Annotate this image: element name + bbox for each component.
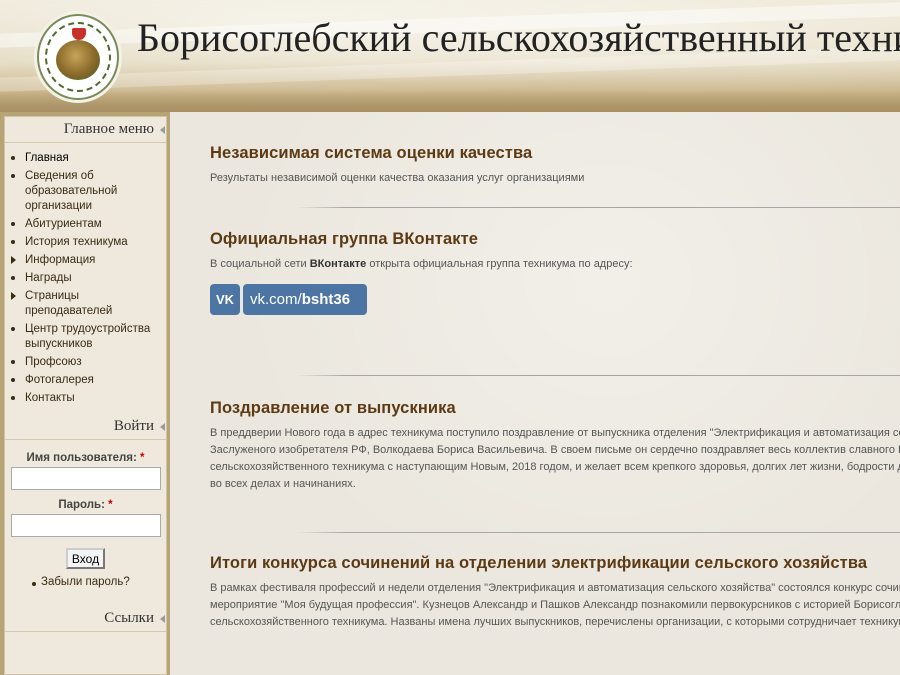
menu-item-history[interactable]: История техникума <box>11 234 166 252</box>
article-title[interactable]: Итоги конкурса сочинений на отделении эл… <box>210 554 900 573</box>
main-menu-title-label: Главное меню <box>63 121 154 137</box>
article-text-part: В социальной сети <box>210 258 310 270</box>
site-title: Борисоглебский сельскохозяйственный техн… <box>137 15 900 60</box>
header-texture <box>0 90 900 112</box>
article-separator <box>296 532 900 533</box>
article-text-line: Заслуженого изобретателя РФ, Волкодаева … <box>210 444 900 456</box>
article-text-line: сельскохозяйственного техникума. Названы… <box>210 616 900 628</box>
required-mark: * <box>140 452 145 464</box>
article-title[interactable]: Официальная группа ВКонтакте <box>210 230 900 249</box>
article-vk-group: Официальная группа ВКонтакте В социально… <box>210 230 900 273</box>
required-mark: * <box>108 499 113 511</box>
article-graduate-greeting: Поздравление от выпускника В преддверии … <box>210 399 900 493</box>
article-essay-contest: Итоги конкурса сочинений на отделении эл… <box>210 554 900 631</box>
username-label: Имя пользователя: * <box>11 452 160 464</box>
menu-item-information[interactable]: Информация <box>11 252 166 270</box>
article-text-line: В преддверии Нового года в адрес технику… <box>210 427 900 439</box>
college-logo[interactable] <box>37 14 119 100</box>
article-quality-assessment: Независимая система оценки качества Резу… <box>210 144 900 187</box>
menu-item-photo-gallery[interactable]: Фотогалерея <box>11 372 166 390</box>
password-label: Пароль: * <box>11 499 160 511</box>
site-header: Борисоглебский сельскохозяйственный техн… <box>0 0 900 112</box>
menu-item-contacts[interactable]: Контакты <box>11 390 166 408</box>
article-text-bold: ВКонтакте <box>309 258 367 270</box>
article-text: В рамках фестиваля профессий и недели от… <box>210 580 900 631</box>
links-title-label: Ссылки <box>104 610 154 626</box>
login-title[interactable]: Войти <box>5 414 166 440</box>
vk-logo-icon[interactable]: VK <box>210 284 240 315</box>
login-button[interactable]: Вход <box>65 548 106 569</box>
vk-banner[interactable]: VK vk.com/bsht36 <box>210 284 370 315</box>
article-text-line: во всех делах и начинаниях. <box>210 478 356 490</box>
password-label-text: Пароль: <box>58 499 105 511</box>
menu-item-teacher-pages[interactable]: Страницы преподавателей <box>11 288 166 321</box>
vk-handle: bsht36 <box>301 291 351 308</box>
forgot-password-link[interactable]: Забыли пароль? <box>32 576 160 588</box>
article-text-part: открыта официальная группа техникума по … <box>366 258 633 270</box>
article-title[interactable]: Независимая система оценки качества <box>210 144 900 163</box>
menu-item-about-organization[interactable]: Сведения об образовательной организации <box>11 168 166 216</box>
main-content: Независимая система оценки качества Резу… <box>170 112 900 675</box>
menu-item-awards[interactable]: Награды <box>11 270 166 288</box>
login-form: Имя пользователя: * Пароль: * Вход Забыл… <box>5 440 166 588</box>
article-text: В социальной сети ВКонтакте открыта офиц… <box>210 256 900 273</box>
username-label-text: Имя пользователя: <box>26 452 137 464</box>
menu-item-employment-center[interactable]: Центр трудоустройства выпускников <box>11 321 166 354</box>
password-input[interactable] <box>11 514 161 537</box>
article-title[interactable]: Поздравление от выпускника <box>210 399 900 418</box>
article-separator <box>296 207 900 208</box>
menu-item-applicants[interactable]: Абитуриентам <box>11 216 166 234</box>
sidebar-panel: Главное меню Главная Сведения об образов… <box>4 116 167 675</box>
main-menu: Главная Сведения об образовательной орга… <box>5 143 166 414</box>
article-separator <box>296 375 900 376</box>
links-title[interactable]: Ссылки <box>5 606 166 632</box>
logo-emblem-icon <box>56 40 100 80</box>
username-input[interactable] <box>11 467 161 490</box>
main-menu-title[interactable]: Главное меню <box>5 117 166 143</box>
article-text: Результаты независимой оценки качества о… <box>210 172 585 184</box>
login-title-label: Войти <box>113 418 154 434</box>
article-text: В преддверии Нового года в адрес технику… <box>210 425 900 493</box>
menu-item-trade-union[interactable]: Профсоюз <box>11 354 166 372</box>
article-text-line: В рамках фестиваля профессий и недели от… <box>210 582 900 594</box>
sidebar: Главное меню Главная Сведения об образов… <box>0 112 170 675</box>
vk-domain: vk.com/ <box>250 291 302 308</box>
article-text-line: сельскохозяйственного техникума с наступ… <box>210 461 900 473</box>
vk-group-link[interactable]: vk.com/bsht36 <box>243 284 367 315</box>
article-text-line: мероприятие "Моя будущая профессия". Куз… <box>210 599 900 611</box>
menu-item-home[interactable]: Главная <box>11 150 166 168</box>
